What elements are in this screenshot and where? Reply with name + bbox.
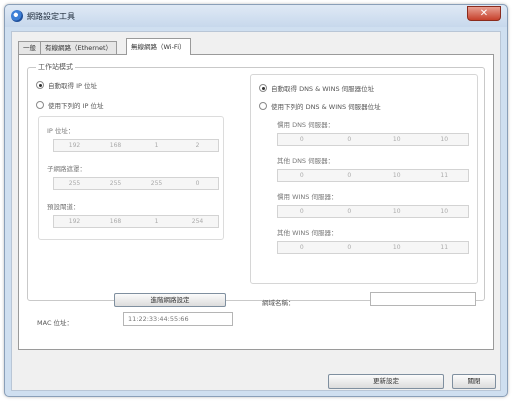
auto-ip-option[interactable]: 自動取得 IP 位址 [36,80,97,90]
preferred-dns-input[interactable]: 0 0 10 10 [277,133,469,146]
radio-selected-icon[interactable] [259,84,267,92]
dns-octet: 10 [392,136,401,143]
close-button[interactable]: 關閉 [452,374,496,389]
radio-unselected-icon[interactable] [259,102,267,110]
dns-octet: 0 [347,172,352,179]
dns-octet: 10 [392,172,401,179]
tab-general[interactable]: 一般 [18,41,41,54]
preferred-wins-input[interactable]: 0 0 10 10 [277,205,469,218]
wins-octet: 10 [392,244,401,251]
update-settings-button[interactable]: 更新設定 [328,374,444,389]
advanced-settings-button[interactable]: 進階網路設定 [114,293,226,307]
wins-octet: 10 [440,208,449,215]
dns-wins-group: 自動取得 DNS & WINS 伺服器位址 使用下列的 DNS & WINS 伺… [250,74,478,284]
mac-address-label: MAC 位址： [37,319,74,327]
subnet-octet: 255 [150,180,163,187]
group-title: 工作站模式 [36,62,75,72]
subnet-label: 子網路遮罩： [47,165,86,173]
subnet-input[interactable]: 255 255 255 0 [53,177,219,190]
gateway-octet: 254 [191,218,204,225]
tab-wifi[interactable]: 無線網路（Wi-Fi） [126,38,191,55]
ip-octet: 192 [68,142,81,149]
settings-window: 網路設定工具 ✕ 一般 有線網路（Ethernet） 無線網路（Wi-Fi） 工… [4,4,508,397]
app-icon [11,10,23,22]
alternate-wins-input[interactable]: 0 0 10 11 [277,241,469,254]
gateway-octet: 168 [109,218,122,225]
manual-ip-option[interactable]: 使用下列的 IP 位址 [36,100,103,110]
gateway-input[interactable]: 192 168 1 254 [53,215,219,228]
title-bar: 網路設定工具 ✕ [5,5,507,27]
dns-octet: 0 [299,172,304,179]
radio-unselected-icon[interactable] [36,101,44,109]
manual-dns-label: 使用下列的 DNS & WINS 伺服器位址 [271,103,381,111]
wins-octet: 0 [299,244,304,251]
dns-octet: 0 [347,136,352,143]
gateway-octet: 192 [68,218,81,225]
dns-octet: 0 [299,136,304,143]
tab-ethernet[interactable]: 有線網路（Ethernet） [40,41,117,54]
auto-ip-label: 自動取得 IP 位址 [48,82,97,90]
alternate-dns-label: 其他 DNS 伺服器： [277,157,335,165]
manual-ip-label: 使用下列的 IP 位址 [48,102,104,110]
ip-octet: 1 [154,142,159,149]
wins-octet: 0 [347,208,352,215]
ip-octet: 168 [109,142,122,149]
ip-octet: 2 [195,142,200,149]
gateway-octet: 1 [154,218,159,225]
wins-octet: 10 [392,208,401,215]
manual-ip-subgroup: IP 位址： 192 168 1 2 子網路遮罩： 255 255 255 0 [38,116,224,240]
manual-dns-option[interactable]: 使用下列的 DNS & WINS 伺服器位址 [259,101,381,111]
wins-octet: 0 [347,244,352,251]
ip-address-label: IP 位址： [47,127,75,135]
auto-dns-option[interactable]: 自動取得 DNS & WINS 伺服器位址 [259,83,374,93]
radio-selected-icon[interactable] [36,81,44,89]
wins-octet: 0 [299,208,304,215]
station-mode-group: 工作站模式 自動取得 IP 位址 使用下列的 IP 位址 IP 位址： 192 … [27,62,485,307]
subnet-octet: 255 [109,180,122,187]
domain-name-input[interactable] [370,292,476,306]
auto-dns-label: 自動取得 DNS & WINS 伺服器位址 [271,85,375,93]
ip-address-input[interactable]: 192 168 1 2 [53,139,219,152]
alternate-dns-input[interactable]: 0 0 10 11 [277,169,469,182]
dns-octet: 10 [440,136,449,143]
client-area: 一般 有線網路（Ethernet） 無線網路（Wi-Fi） 工作站模式 自動取得… [11,31,501,391]
tab-panel: 工作站模式 自動取得 IP 位址 使用下列的 IP 位址 IP 位址： 192 … [18,54,494,350]
mac-address-field: 11:22:33:44:55:66 [123,312,233,326]
window-close-button[interactable]: ✕ [467,6,501,21]
subnet-octet: 255 [68,180,81,187]
preferred-wins-label: 慣用 WINS 伺服器： [277,193,338,201]
window-title: 網路設定工具 [27,12,75,21]
alternate-wins-label: 其他 WINS 伺服器： [277,229,338,237]
gateway-label: 預設閘道： [47,203,80,211]
domain-name-label: 網域名稱： [262,299,295,307]
preferred-dns-label: 慣用 DNS 伺服器： [277,121,335,129]
wins-octet: 11 [440,244,449,251]
dns-octet: 11 [440,172,449,179]
subnet-octet: 0 [195,180,200,187]
